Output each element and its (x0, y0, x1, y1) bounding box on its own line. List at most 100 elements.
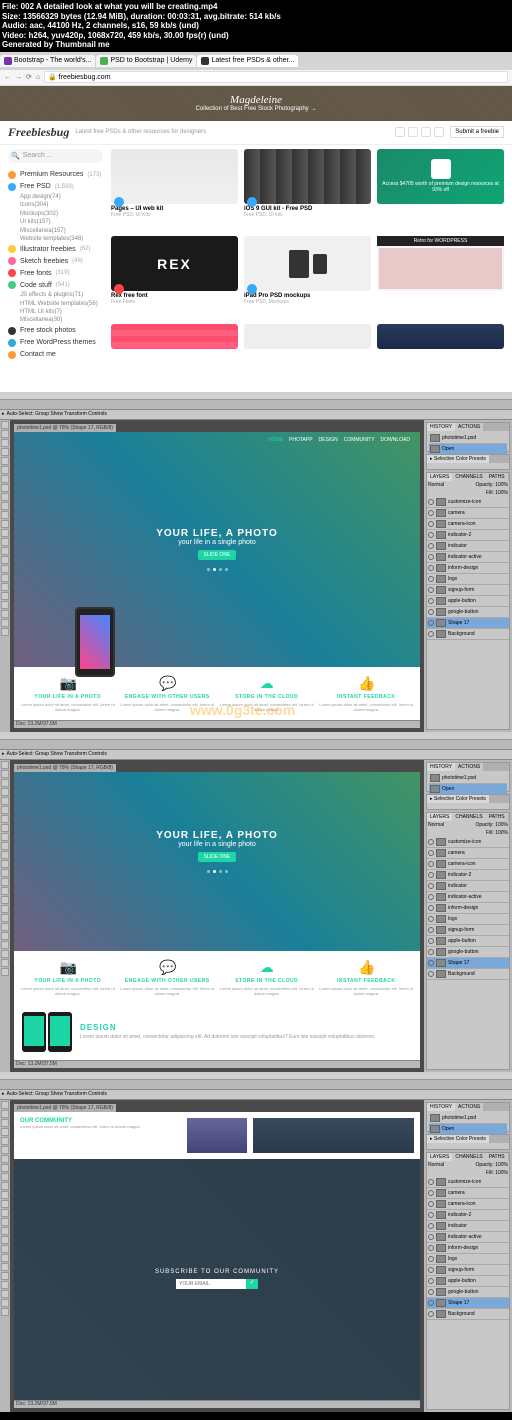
ps-tool-button[interactable] (1, 565, 9, 573)
layer-row[interactable]: camera-icon (427, 859, 509, 870)
ps-tool-button[interactable] (1, 932, 9, 940)
ps-tool-button[interactable] (1, 421, 9, 429)
card-ios[interactable]: iOS 9 GUI kit - Free PSDFree PSD, UI kit… (244, 149, 371, 230)
layer-row[interactable]: camera (427, 508, 509, 519)
ps-toolbar[interactable] (0, 740, 512, 750)
ps-tool-button[interactable] (1, 493, 9, 501)
layer-row[interactable]: inform-design (427, 1243, 509, 1254)
layer-row[interactable]: signup-form (427, 585, 509, 596)
ps-tool-button[interactable] (1, 1182, 9, 1190)
reload-icon[interactable]: ⟳ (26, 73, 32, 81)
rss-icon[interactable] (421, 127, 431, 137)
browser-tab[interactable]: PSD to Bootstrap | Udemy (96, 55, 196, 67)
pinterest-icon[interactable] (434, 127, 444, 137)
ps-tool-button[interactable] (1, 1173, 9, 1181)
sidebar-subcategory[interactable]: Mockups(302) (8, 210, 103, 218)
ps-tool-button[interactable] (1, 1146, 9, 1154)
layers-panel[interactable]: LAYERSCHANNELSPATHS NormalOpacity: 100% … (426, 472, 510, 730)
visibility-icon[interactable] (428, 1190, 434, 1196)
ps-tool-button[interactable] (1, 529, 9, 537)
card-premium[interactable]: Access $4705 worth of premium design res… (377, 149, 504, 230)
visibility-icon[interactable] (428, 927, 434, 933)
visibility-icon[interactable] (428, 1212, 434, 1218)
layer-row[interactable]: indicator (427, 881, 509, 892)
visibility-icon[interactable] (428, 1234, 434, 1240)
layer-row[interactable]: customize-icon (427, 497, 509, 508)
ps-tool-button[interactable] (1, 1218, 9, 1226)
visibility-icon[interactable] (428, 576, 434, 582)
facebook-icon[interactable] (408, 127, 418, 137)
sidebar-category[interactable]: Code stuff (541) (8, 279, 103, 291)
visibility-icon[interactable] (428, 620, 434, 626)
slide-button[interactable]: SLIDE ONE (198, 550, 237, 560)
visibility-icon[interactable] (428, 1179, 434, 1185)
layer-row[interactable]: indicator-2 (427, 1210, 509, 1221)
sidebar-category[interactable]: Premium Resources (173) (8, 169, 103, 181)
ps-tool-button[interactable] (1, 1164, 9, 1172)
layer-row[interactable]: Shape 17 (427, 618, 509, 629)
visibility-icon[interactable] (428, 894, 434, 900)
ps-tool-button[interactable] (1, 824, 9, 832)
layer-row[interactable]: logo (427, 1254, 509, 1265)
visibility-icon[interactable] (428, 960, 434, 966)
scp-panel[interactable]: ▸ Selective Color Presets (426, 454, 510, 470)
ps-tool-button[interactable] (1, 1263, 9, 1271)
visibility-icon[interactable] (428, 1311, 434, 1317)
ps-tool-button[interactable] (1, 583, 9, 591)
ps-options-bar[interactable]: ▸Auto-Select: Group Show Transform Contr… (0, 410, 512, 420)
ps-tool-button[interactable] (1, 1236, 9, 1244)
ps-tool-button[interactable] (1, 842, 9, 850)
document-tab[interactable]: phototime1.psd @ 78% (Shape 17, RGB/8) (14, 1104, 116, 1112)
layer-row[interactable]: logo (427, 914, 509, 925)
layer-row[interactable]: camera (427, 848, 509, 859)
ps-tool-button[interactable] (1, 439, 9, 447)
card-mid[interactable] (244, 324, 371, 361)
ps-tool-button[interactable] (1, 484, 9, 492)
browser-tab-active[interactable]: Latest free PSDs & other... (197, 55, 298, 67)
layer-row[interactable]: Background (427, 969, 509, 980)
ps-tool-button[interactable] (1, 1119, 9, 1127)
visibility-icon[interactable] (428, 1278, 434, 1284)
visibility-icon[interactable] (428, 554, 434, 560)
layers-panel[interactable]: LAYERSCHANNELSPATHS NormalOpacity: 100% … (426, 1152, 510, 1410)
scp-panel[interactable]: ▸ Selective Color Presets (426, 1134, 510, 1150)
layer-row[interactable]: Shape 17 (427, 958, 509, 969)
ps-menubar[interactable] (0, 1072, 512, 1080)
layer-row[interactable]: Background (427, 1309, 509, 1320)
ps-menubar[interactable] (0, 392, 512, 400)
history-panel[interactable]: HISTORYACTIONS phototime1.psdOpen (426, 762, 510, 792)
visibility-icon[interactable] (428, 510, 434, 516)
visibility-icon[interactable] (428, 598, 434, 604)
layer-row[interactable]: inform-design (427, 563, 509, 574)
document-tab[interactable]: phototime1.psd @ 78% (Shape 17, RGB/8) (14, 424, 116, 432)
twitter-icon[interactable] (395, 127, 405, 137)
layer-row[interactable]: signup-form (427, 925, 509, 936)
browser-tab[interactable]: Bootstrap - The world's... (0, 55, 95, 67)
layer-row[interactable]: camera (427, 1188, 509, 1199)
sidebar-subcategory[interactable]: Website templates(348) (8, 235, 103, 243)
card-rex[interactable]: REXRex free fontFree Fonts (111, 236, 238, 317)
forward-icon[interactable]: → (15, 74, 22, 81)
sidebar-subcategory[interactable]: JS effects & plugins(71) (8, 291, 103, 299)
document-tab[interactable]: phototime1.psd @ 78% (Shape 17, RGB/8) (14, 764, 116, 772)
visibility-icon[interactable] (428, 861, 434, 867)
layer-row[interactable]: inform-design (427, 903, 509, 914)
visibility-icon[interactable] (428, 839, 434, 845)
visibility-icon[interactable] (428, 1201, 434, 1207)
card-ipad[interactable]: iPad Pro PSD mockupsFree PSD, Mockups (244, 236, 371, 317)
ps-tool-button[interactable] (1, 1281, 9, 1289)
submit-freebie-button[interactable]: Submit a freebie (450, 126, 504, 138)
visibility-icon[interactable] (428, 1289, 434, 1295)
ps-tool-button[interactable] (1, 968, 9, 976)
ps-tool-button[interactable] (1, 520, 9, 528)
ps-tool-button[interactable] (1, 878, 9, 886)
layer-row[interactable]: indicator-2 (427, 870, 509, 881)
ps-toolbar[interactable] (0, 1080, 512, 1090)
sidebar-subcategory[interactable]: Miscellanea(30) (8, 316, 103, 324)
ps-tool-button[interactable] (1, 1200, 9, 1208)
home-icon[interactable]: ⌂ (36, 74, 40, 81)
visibility-icon[interactable] (428, 1256, 434, 1262)
ps-tool-button[interactable] (1, 601, 9, 609)
ps-tool-button[interactable] (1, 1209, 9, 1217)
layer-row[interactable]: Background (427, 629, 509, 640)
